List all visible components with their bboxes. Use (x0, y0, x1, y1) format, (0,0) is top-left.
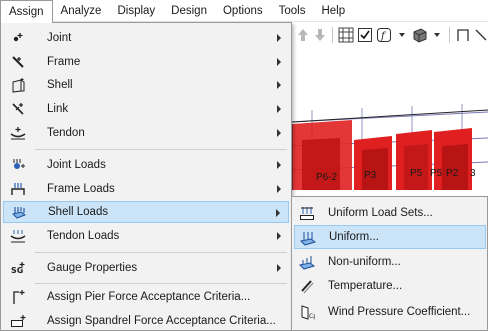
submenu-item-label: Temperature... (328, 280, 403, 292)
uniform-load-sets-icon (298, 204, 316, 222)
menu-separator (35, 252, 287, 253)
submenu-arrow-icon (276, 209, 280, 217)
pier-label: 3 (470, 168, 476, 179)
shell-icon (9, 76, 27, 94)
wind-pressure-icon: Cp (298, 303, 316, 321)
svg-text:Cp: Cp (309, 313, 315, 320)
menu-assign[interactable]: Assign (0, 0, 53, 23)
pier-label: P5 (430, 168, 443, 179)
menu-item-label: Assign Spandrel Force Acceptance Criteri… (47, 315, 276, 327)
menu-design[interactable]: Design (163, 0, 215, 21)
pier-label: P3 (364, 170, 377, 181)
submenu-item-label: Wind Pressure Coefficient... (328, 306, 471, 318)
move-down-icon[interactable] (313, 26, 327, 44)
menu-item-shell[interactable]: Shell (3, 74, 289, 96)
menu-options[interactable]: Options (215, 0, 271, 21)
submenu-item-label: Uniform... (329, 231, 379, 243)
menu-analyze[interactable]: Analyze (53, 0, 110, 21)
menu-item-label: Frame (47, 56, 81, 68)
menu-item-joint[interactable]: Joint (3, 27, 289, 49)
non-uniform-load-icon (298, 253, 316, 271)
frame-loads-icon (9, 180, 27, 198)
submenu-arrow-icon (277, 58, 281, 66)
menu-item-frame[interactable]: Frame (3, 51, 289, 73)
submenu-item-non-uniform[interactable]: Non-uniform... (294, 250, 486, 274)
frame-icon (9, 53, 27, 71)
submenu-item-wind-pressure[interactable]: Cp Wind Pressure Coefficient... (294, 300, 486, 324)
submenu-item-temperature[interactable]: Temperature... (294, 274, 486, 298)
tendon-loads-icon (9, 227, 27, 245)
joint-loads-icon (9, 156, 27, 174)
submenu-arrow-icon (277, 34, 281, 42)
frame-draw-icon[interactable] (455, 26, 471, 44)
dropdown-arrow-icon[interactable] (431, 26, 445, 44)
spandrel-criteria-icon (9, 312, 27, 330)
submenu-arrow-icon (277, 185, 281, 193)
toolbar-separator (449, 27, 450, 43)
pier-criteria-icon (9, 288, 27, 306)
menu-item-shell-loads[interactable]: Shell Loads (3, 201, 289, 223)
submenu-item-label: Uniform Load Sets... (328, 207, 433, 219)
menu-item-tendon[interactable]: Tendon (3, 122, 289, 144)
menubar: Assign Analyze Display Design Options To… (0, 0, 488, 23)
menu-item-label: Frame Loads (47, 183, 115, 195)
menu-tools[interactable]: Tools (271, 0, 314, 21)
tendon-icon (9, 124, 27, 142)
temperature-icon (298, 277, 316, 295)
menu-item-label: Assign Pier Force Acceptance Criteria... (47, 291, 251, 303)
toolbar-separator (332, 27, 333, 43)
submenu-arrow-icon (277, 264, 281, 272)
assign-menu: Joint Frame Shell Link Tendon Joint Load… (0, 22, 292, 331)
shell-loads-icon (10, 204, 28, 222)
menu-item-label: Gauge Properties (47, 262, 138, 274)
shell-loads-submenu: Uniform Load Sets... Uniform... Non-unif… (291, 196, 488, 331)
menu-item-label: Joint Loads (47, 159, 106, 171)
function-icon[interactable]: f (376, 26, 392, 44)
menu-separator (35, 283, 287, 284)
menu-separator (35, 149, 287, 150)
pier-label: P6-2 (316, 172, 338, 183)
gauge-properties-icon: SG (9, 259, 27, 277)
dropdown-arrow-icon[interactable] (395, 26, 409, 44)
toolbar: f (292, 22, 488, 48)
submenu-item-label: Non-uniform... (328, 256, 401, 268)
menu-item-label: Shell (47, 79, 73, 91)
submenu-arrow-icon (277, 129, 281, 137)
pier-label: P2 (446, 168, 459, 179)
menu-item-label: Link (47, 103, 69, 115)
menu-display[interactable]: Display (109, 0, 163, 21)
menu-item-pier-force-criteria[interactable]: Assign Pier Force Acceptance Criteria... (3, 286, 289, 308)
menu-item-link[interactable]: Link (3, 98, 289, 120)
menu-item-gauge-properties[interactable]: SG Gauge Properties (3, 257, 289, 279)
submenu-item-uniform-load-sets[interactable]: Uniform Load Sets... (294, 201, 486, 225)
submenu-arrow-icon (277, 232, 281, 240)
grid-icon[interactable] (338, 26, 354, 44)
submenu-item-uniform[interactable]: Uniform... (294, 225, 486, 249)
menu-item-label: Joint (47, 32, 72, 44)
3d-box-icon[interactable] (412, 26, 428, 44)
move-up-icon[interactable] (296, 26, 310, 44)
submenu-arrow-icon (277, 105, 281, 113)
submenu-arrow-icon (277, 161, 281, 169)
menu-item-joint-loads[interactable]: Joint Loads (3, 154, 289, 176)
model-view[interactable]: P6-2 P3 P5 P5 P2 3 (291, 50, 488, 190)
checkbox-icon[interactable] (357, 26, 373, 44)
uniform-load-icon (299, 229, 317, 247)
pier-label: P5 (410, 168, 423, 179)
menu-item-label: Tendon Loads (47, 230, 120, 242)
menu-item-frame-loads[interactable]: Frame Loads (3, 178, 289, 200)
model-drawing (291, 104, 488, 190)
submenu-arrow-icon (277, 81, 281, 89)
menu-item-tendon-loads[interactable]: Tendon Loads (3, 225, 289, 247)
link-icon (9, 100, 27, 118)
menu-item-label: Tendon (47, 127, 85, 139)
joint-icon (9, 29, 27, 47)
svg-text:SG: SG (11, 266, 23, 275)
brace-draw-icon[interactable] (474, 26, 488, 44)
menu-item-label: Shell Loads (48, 206, 109, 218)
menu-help[interactable]: Help (313, 0, 353, 21)
menu-item-spandrel-force-criteria[interactable]: Assign Spandrel Force Acceptance Criteri… (3, 310, 289, 331)
